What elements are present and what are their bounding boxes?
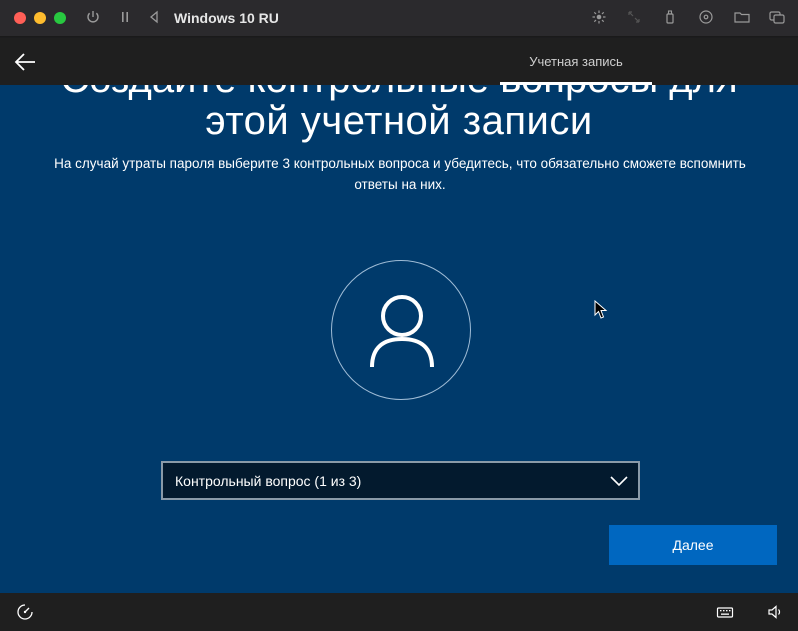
back-triangle-icon[interactable]	[145, 9, 163, 27]
keyboard-icon[interactable]	[716, 603, 734, 621]
resize-icon[interactable]	[625, 9, 643, 27]
usb-icon[interactable]	[661, 9, 679, 27]
close-window-button[interactable]	[14, 12, 26, 24]
ease-of-access-icon[interactable]	[16, 603, 34, 621]
security-question-dropdown[interactable]: Контрольный вопрос (1 из 3)	[161, 461, 640, 500]
page-description: На случай утраты пароля выберите 3 контр…	[54, 156, 746, 192]
user-icon	[370, 295, 434, 368]
pause-icon[interactable]	[116, 9, 134, 27]
brightness-icon[interactable]	[590, 9, 608, 27]
minimize-window-button[interactable]	[34, 12, 46, 24]
volume-icon[interactable]	[766, 603, 784, 621]
windows-icon[interactable]	[768, 9, 786, 27]
oobe-header: Учетная запись	[0, 38, 798, 85]
avatar	[331, 260, 471, 400]
back-arrow-icon[interactable]	[12, 50, 38, 74]
disc-icon[interactable]	[697, 9, 715, 27]
window-title: Windows 10 RU	[174, 10, 279, 26]
folder-icon[interactable]	[733, 9, 751, 27]
next-button[interactable]: Далее	[609, 525, 777, 565]
tab-account: Учетная запись	[529, 54, 623, 69]
page-title: этой учетной записи	[205, 99, 593, 143]
window-titlebar: Windows 10 RU	[0, 0, 798, 37]
dropdown-selected-value: Контрольный вопрос (1 из 3)	[175, 473, 362, 489]
fullscreen-window-button[interactable]	[54, 12, 66, 24]
chevron-down-icon	[610, 474, 628, 492]
oobe-footer	[0, 593, 798, 631]
power-icon[interactable]	[84, 9, 102, 27]
oobe-main: Создайте контрольные вопросы для этой уч…	[0, 85, 798, 593]
mouse-cursor-icon	[594, 299, 608, 325]
